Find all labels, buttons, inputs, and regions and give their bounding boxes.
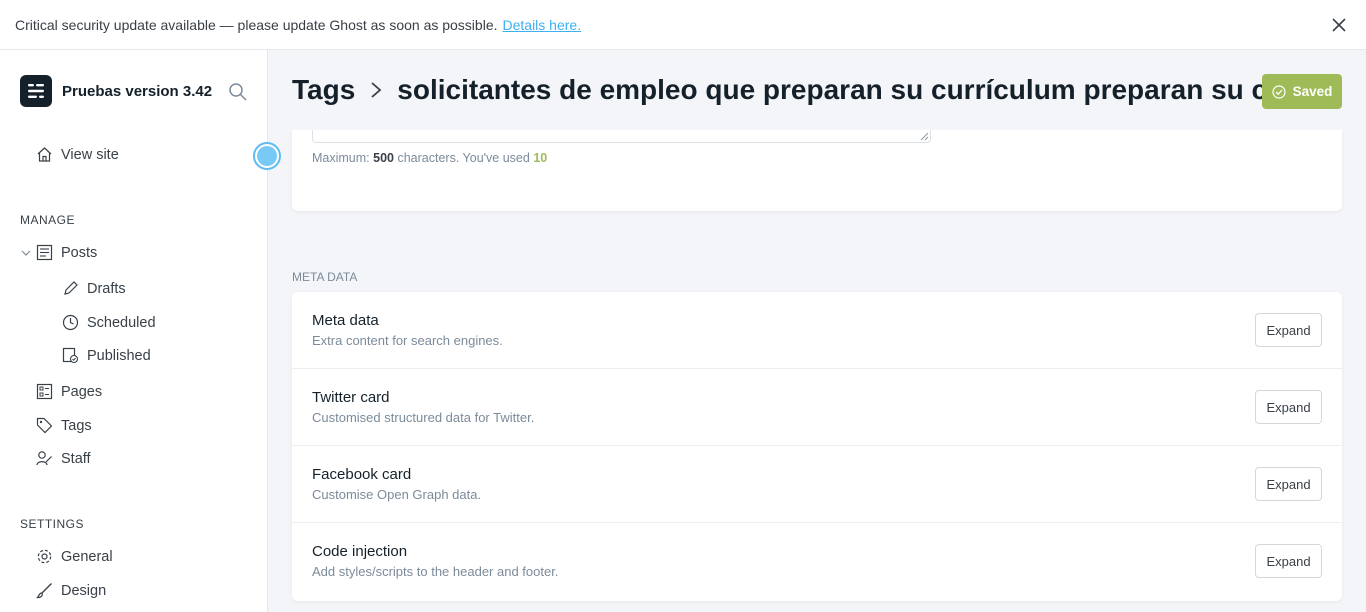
row-description: Add styles/scripts to the header and foo…	[312, 564, 559, 579]
manage-section-title: MANAGE	[20, 213, 76, 227]
gear-icon	[37, 549, 52, 564]
meta-data-row: Meta data Extra content for search engin…	[292, 292, 1342, 369]
chevron-down-icon[interactable]	[20, 247, 32, 259]
row-description: Extra content for search engines.	[312, 333, 503, 348]
published-icon	[62, 347, 79, 364]
nav-label: Published	[87, 347, 151, 364]
nav-label: Pages	[61, 383, 103, 400]
nav-label: Tags	[61, 417, 92, 434]
resize-grip-icon[interactable]	[920, 132, 929, 141]
breadcrumb-tags-link[interactable]: Tags	[292, 74, 355, 106]
row-description: Customised structured data for Twitter.	[312, 410, 535, 425]
nav-drafts[interactable]: Drafts	[62, 280, 126, 297]
row-title: Code injection	[312, 543, 408, 560]
nav-tags[interactable]: Tags	[36, 417, 92, 434]
saved-label: Saved	[1292, 84, 1333, 99]
nav-label: Scheduled	[87, 314, 156, 331]
nav-label: View site	[61, 146, 119, 163]
twitter-card-row: Twitter card Customised structured data …	[292, 369, 1342, 446]
nav-scheduled[interactable]: Scheduled	[62, 314, 156, 331]
saved-button[interactable]: Saved	[1262, 74, 1342, 109]
chevron-right-icon	[369, 80, 383, 100]
brand[interactable]: Pruebas version 3.42	[20, 75, 212, 107]
nav-staff[interactable]: Staff	[36, 450, 91, 467]
sidebar: Pruebas version 3.42 View site MANAGE Po…	[0, 50, 281, 612]
site-name: Pruebas version 3.42	[62, 82, 213, 100]
meta-data-section-label: META DATA	[292, 270, 358, 284]
nav-posts[interactable]: Posts	[20, 244, 97, 261]
banner-message: Critical security update available — ple…	[15, 16, 498, 33]
character-count: Maximum: 500 characters. You've used 10	[312, 151, 548, 165]
view-site-toggle[interactable]	[253, 142, 281, 170]
row-description: Customise Open Graph data.	[312, 487, 482, 502]
description-textarea[interactable]	[312, 130, 931, 143]
expand-button[interactable]: Expand	[1255, 467, 1322, 501]
row-title: Twitter card	[312, 389, 390, 406]
row-title: Facebook card	[312, 466, 412, 483]
home-icon	[37, 147, 52, 162]
expand-button[interactable]: Expand	[1255, 390, 1322, 424]
nav-general[interactable]: General	[36, 548, 113, 565]
nav-design[interactable]: Design	[36, 582, 106, 599]
breadcrumb: Tags solicitantes de empleo que preparan…	[292, 74, 1270, 106]
description-card: Maximum: 500 characters. You've used 10	[292, 130, 1342, 211]
row-title: Meta data	[312, 312, 379, 329]
search-icon[interactable]	[228, 82, 248, 102]
page-header: Tags solicitantes de empleo que preparan…	[268, 50, 1366, 130]
clock-icon	[62, 314, 79, 331]
facebook-card-row: Facebook card Customise Open Graph data.…	[292, 446, 1342, 523]
nav-label: Staff	[61, 450, 91, 467]
expand-button[interactable]: Expand	[1255, 313, 1322, 347]
pencil-icon	[64, 281, 78, 295]
page-title: solicitantes de empleo que preparan su c…	[397, 74, 1270, 105]
ghost-logo-icon	[20, 75, 52, 107]
nav-label: General	[61, 548, 113, 565]
nav-published[interactable]: Published	[62, 347, 151, 364]
update-banner: Critical security update available — ple…	[0, 0, 1366, 50]
posts-icon	[36, 244, 53, 261]
pages-icon	[36, 383, 53, 400]
nav-view-site[interactable]: View site	[36, 146, 119, 163]
code-injection-row: Code injection Add styles/scripts to the…	[292, 523, 1342, 600]
expand-button[interactable]: Expand	[1255, 544, 1322, 578]
tag-icon	[36, 417, 53, 434]
nav-label: Posts	[61, 244, 98, 261]
nav-label: Drafts	[87, 280, 126, 297]
staff-icon	[36, 451, 52, 466]
nav-label: Design	[61, 582, 107, 599]
meta-data-card: Meta data Extra content for search engin…	[292, 292, 1342, 601]
check-circle-icon	[1272, 84, 1286, 99]
close-icon[interactable]	[1328, 14, 1350, 36]
brush-icon	[36, 583, 52, 599]
nav-pages[interactable]: Pages	[36, 383, 102, 400]
settings-section-title: SETTINGS	[20, 517, 85, 531]
details-link[interactable]: Details here.	[503, 17, 582, 33]
